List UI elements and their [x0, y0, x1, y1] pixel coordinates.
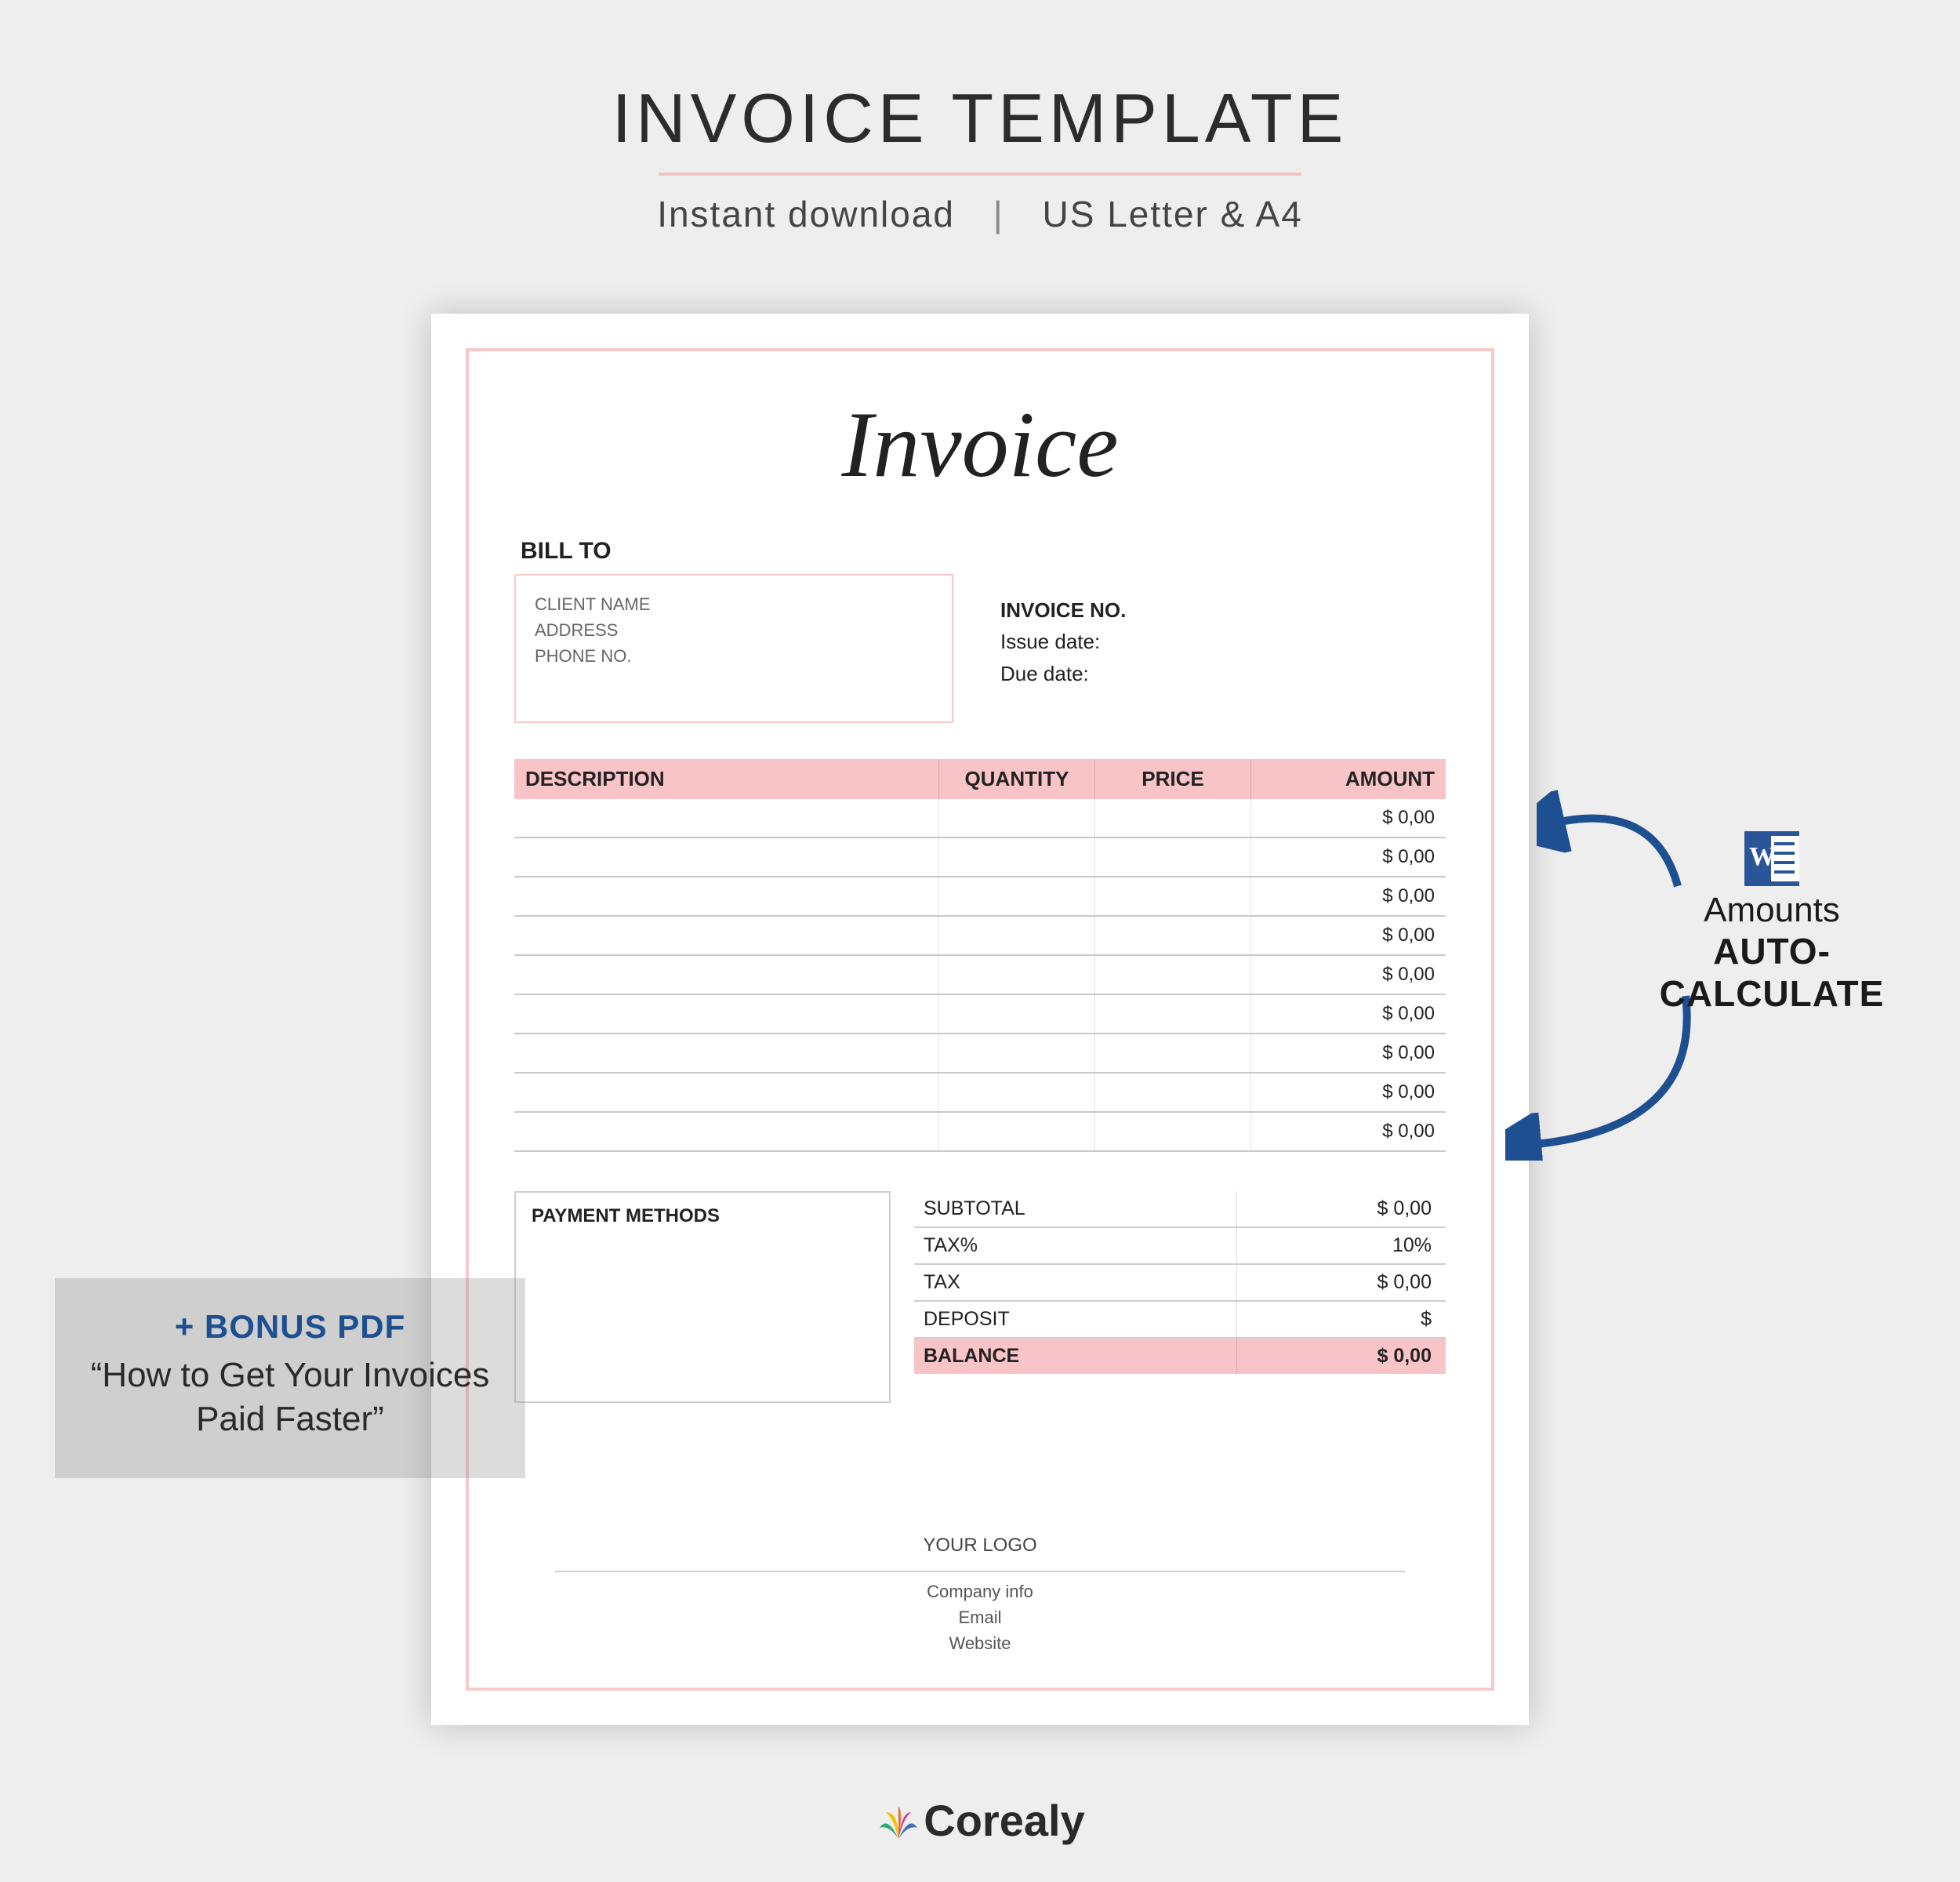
- promo-header: INVOICE TEMPLATE Instant download | US L…: [0, 78, 1960, 235]
- issue-date-label: Issue date:: [1000, 626, 1126, 657]
- company-info: Company info: [469, 1579, 1491, 1604]
- cell-amount: $ 0,00: [1251, 1112, 1446, 1151]
- deposit-value: $: [1237, 1302, 1446, 1337]
- client-name: CLIENT NAME: [535, 591, 933, 617]
- cell-amount: $ 0,00: [1251, 837, 1446, 877]
- bill-to-label: BILL TO: [521, 538, 1446, 565]
- cell-quantity: [939, 1034, 1095, 1073]
- cell-price: [1095, 1034, 1251, 1073]
- header-divider: [659, 173, 1301, 176]
- cell-amount: $ 0,00: [1251, 1073, 1446, 1112]
- col-price: PRICE: [1095, 759, 1251, 799]
- taxpct-value: 10%: [1237, 1228, 1446, 1263]
- col-description: DESCRIPTION: [514, 759, 939, 799]
- word-icon: W: [1744, 831, 1799, 886]
- invoice-meta: INVOICE NO. Issue date: Due date:: [1000, 574, 1126, 723]
- tax-label: TAX: [914, 1265, 1237, 1300]
- cell-amount: $ 0,00: [1251, 877, 1446, 916]
- company-email: Email: [469, 1604, 1491, 1630]
- cell-quantity: [939, 916, 1095, 955]
- cell-description: [514, 1073, 939, 1112]
- client-box: CLIENT NAME ADDRESS PHONE NO.: [514, 574, 953, 723]
- cell-quantity: [939, 955, 1095, 994]
- table-row: $ 0,00: [514, 994, 1446, 1034]
- cell-quantity: [939, 1073, 1095, 1112]
- balance-label: BALANCE: [914, 1339, 1237, 1374]
- col-quantity: QUANTITY: [939, 759, 1095, 799]
- line-items-table: DESCRIPTION QUANTITY PRICE AMOUNT $ 0,00…: [514, 759, 1446, 1152]
- table-row: $ 0,00: [514, 1034, 1446, 1073]
- cell-quantity: [939, 877, 1095, 916]
- cell-description: [514, 837, 939, 877]
- promo-title: INVOICE TEMPLATE: [0, 78, 1960, 158]
- table-row: $ 0,00: [514, 955, 1446, 994]
- cell-quantity: [939, 1112, 1095, 1151]
- bonus-caption: “How to Get Your Invoices Paid Faster”: [83, 1353, 497, 1442]
- subtitle-right: US Letter & A4: [1043, 194, 1303, 234]
- cell-amount: $ 0,00: [1251, 799, 1446, 837]
- auto-calculate-callout: W Amounts AUTO-CALCULATE: [1607, 831, 1936, 1015]
- table-row: $ 0,00: [514, 916, 1446, 955]
- table-row: $ 0,00: [514, 1073, 1446, 1112]
- client-address: ADDRESS: [535, 617, 933, 643]
- cell-price: [1095, 799, 1251, 837]
- cell-description: [514, 1034, 939, 1073]
- cell-price: [1095, 1073, 1251, 1112]
- brand-logo: Corealy: [0, 1795, 1960, 1846]
- cell-price: [1095, 1112, 1251, 1151]
- promo-subtitle: Instant download | US Letter & A4: [0, 193, 1960, 235]
- company-website: Website: [469, 1630, 1491, 1656]
- cell-price: [1095, 994, 1251, 1034]
- cell-description: [514, 877, 939, 916]
- auto-line1: Amounts: [1607, 891, 1936, 930]
- deposit-label: DEPOSIT: [914, 1302, 1237, 1337]
- cell-quantity: [939, 837, 1095, 877]
- cell-amount: $ 0,00: [1251, 994, 1446, 1034]
- cell-amount: $ 0,00: [1251, 955, 1446, 994]
- brand-name: Corealy: [924, 1796, 1084, 1845]
- table-row: $ 0,00: [514, 837, 1446, 877]
- subtitle-left: Instant download: [657, 194, 955, 234]
- cell-price: [1095, 916, 1251, 955]
- invoice-inner: Invoice BILL TO CLIENT NAME ADDRESS PHON…: [466, 348, 1494, 1691]
- cell-amount: $ 0,00: [1251, 1034, 1446, 1073]
- invoice-page: Invoice BILL TO CLIENT NAME ADDRESS PHON…: [431, 314, 1529, 1725]
- invoice-no-label: INVOICE NO.: [1000, 594, 1126, 626]
- your-logo-placeholder: YOUR LOGO: [469, 1531, 1491, 1560]
- table-row: $ 0,00: [514, 1112, 1446, 1151]
- totals-block: SUBTOTAL$ 0,00 TAX%10% TAX$ 0,00 DEPOSIT…: [914, 1191, 1446, 1403]
- bonus-pdf-callout: + BONUS PDF “How to Get Your Invoices Pa…: [55, 1278, 525, 1478]
- subtotal-label: SUBTOTAL: [914, 1191, 1237, 1226]
- cell-price: [1095, 955, 1251, 994]
- table-row: $ 0,00: [514, 877, 1446, 916]
- document-title: Invoice: [514, 391, 1446, 499]
- cell-description: [514, 799, 939, 837]
- bonus-title: + BONUS PDF: [83, 1308, 497, 1346]
- auto-line2: AUTO-CALCULATE: [1607, 930, 1936, 1015]
- footer-rule-1: [555, 1571, 1405, 1572]
- tax-value: $ 0,00: [1237, 1265, 1446, 1300]
- page-footer: YOUR LOGO Company info Email Website: [469, 1531, 1491, 1656]
- cell-description: [514, 1112, 939, 1151]
- cell-price: [1095, 877, 1251, 916]
- payment-methods-box: PAYMENT METHODS: [514, 1191, 891, 1403]
- client-phone: PHONE NO.: [535, 643, 933, 669]
- cell-amount: $ 0,00: [1251, 916, 1446, 955]
- cell-price: [1095, 837, 1251, 877]
- taxpct-label: TAX%: [914, 1228, 1237, 1263]
- balance-value: $ 0,00: [1237, 1339, 1446, 1374]
- cell-quantity: [939, 994, 1095, 1034]
- table-row: $ 0,00: [514, 799, 1446, 837]
- cell-quantity: [939, 799, 1095, 837]
- subtitle-separator: |: [993, 194, 1004, 234]
- cell-description: [514, 994, 939, 1034]
- payment-methods-label: PAYMENT METHODS: [532, 1205, 720, 1226]
- due-date-label: Due date:: [1000, 658, 1126, 689]
- cell-description: [514, 916, 939, 955]
- col-amount: AMOUNT: [1251, 759, 1446, 799]
- cell-description: [514, 955, 939, 994]
- subtotal-value: $ 0,00: [1237, 1191, 1446, 1226]
- brand-leaf-icon: [875, 1801, 922, 1840]
